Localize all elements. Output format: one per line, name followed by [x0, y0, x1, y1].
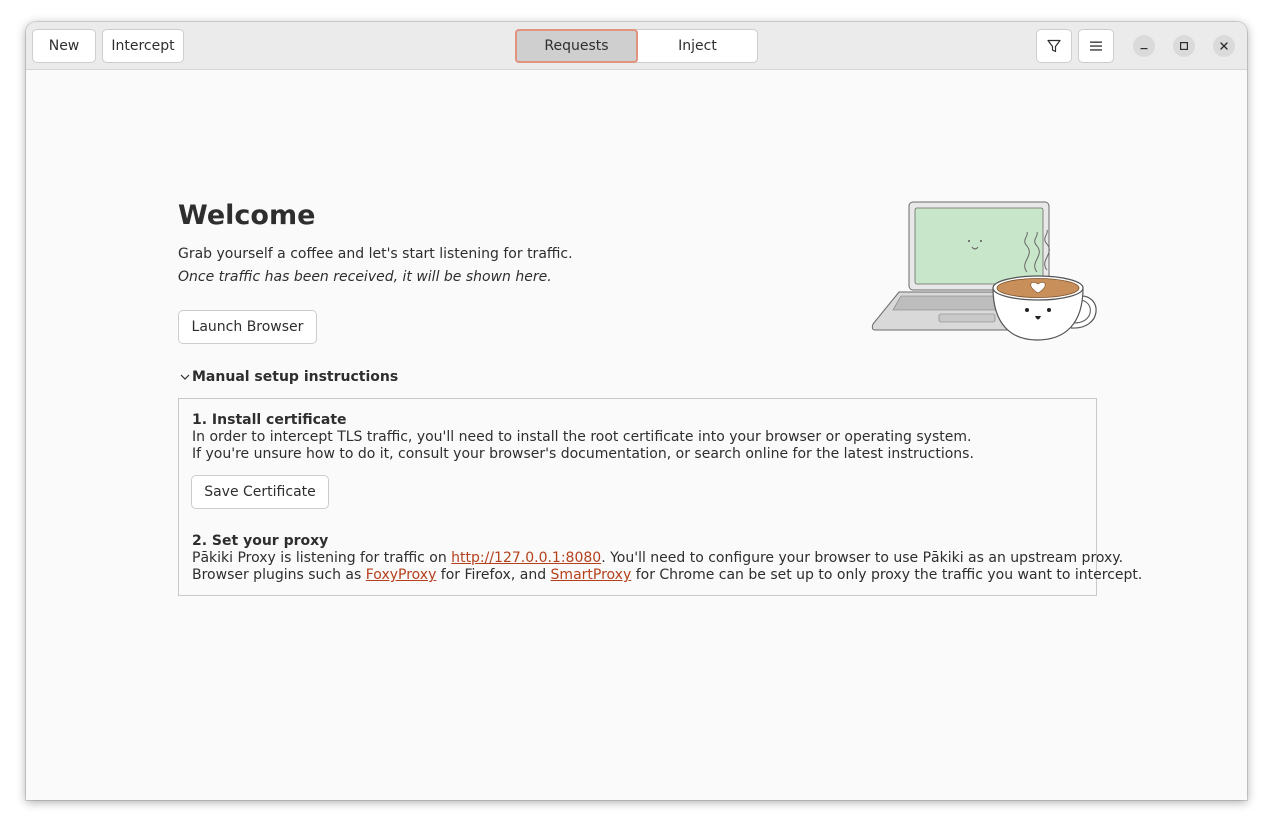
new-button[interactable]: New [32, 29, 96, 63]
launch-browser-button[interactable]: Launch Browser [178, 310, 317, 344]
intercept-button[interactable]: Intercept [102, 29, 184, 63]
main-menu-button[interactable] [1078, 29, 1114, 63]
manual-setup-label: Manual setup instructions [192, 369, 399, 385]
install-certificate-heading: 1. Install certificate [192, 412, 347, 428]
filter-button[interactable] [1036, 29, 1072, 63]
page-title: Welcome [178, 200, 316, 231]
tab-requests[interactable]: Requests [515, 29, 638, 63]
app-window: New Intercept Requests Inject Welcome Gr… [26, 22, 1247, 800]
close-icon [1220, 42, 1228, 50]
view-switcher: Requests Inject [515, 29, 758, 63]
proxy-address-link[interactable]: http://127.0.0.1:8080 [451, 550, 601, 566]
set-proxy-text-1: Pākiki Proxy is listening for traffic on… [192, 550, 1124, 566]
set-proxy-text-2: Browser plugins such as FoxyProxy for Fi… [192, 567, 1143, 583]
hamburger-menu-icon [1090, 41, 1102, 51]
maximize-button[interactable] [1173, 35, 1195, 57]
manual-setup-panel: 1. Install certificate In order to inter… [178, 398, 1142, 596]
smartproxy-link[interactable]: SmartProxy [551, 567, 632, 583]
set-proxy-heading: 2. Set your proxy [192, 533, 329, 549]
foxyproxy-link[interactable]: FoxyProxy [366, 567, 437, 583]
minimize-icon [1140, 48, 1148, 50]
install-certificate-text-2: If you're unsure how to do it, consult y… [192, 446, 974, 462]
install-certificate-text-1: In order to intercept TLS traffic, you'l… [192, 429, 972, 445]
minimize-button[interactable] [1133, 35, 1155, 57]
close-button[interactable] [1213, 35, 1235, 57]
save-certificate-button[interactable]: Save Certificate [191, 475, 329, 509]
manual-setup-expander[interactable]: Manual setup instructions [178, 369, 398, 385]
chevron-down-icon [180, 374, 190, 380]
welcome-note: Once traffic has been received, it will … [178, 269, 552, 285]
maximize-icon [1180, 42, 1189, 51]
welcome-page: Welcome Grab yourself a coffee and let's… [26, 70, 1247, 800]
filter-icon [1047, 39, 1061, 53]
tab-inject[interactable]: Inject [638, 30, 757, 62]
welcome-subtitle: Grab yourself a coffee and let's start l… [178, 246, 573, 262]
header-bar: New Intercept Requests Inject [26, 22, 1247, 70]
laptop-and-coffee-cup-illustration [871, 201, 1097, 341]
